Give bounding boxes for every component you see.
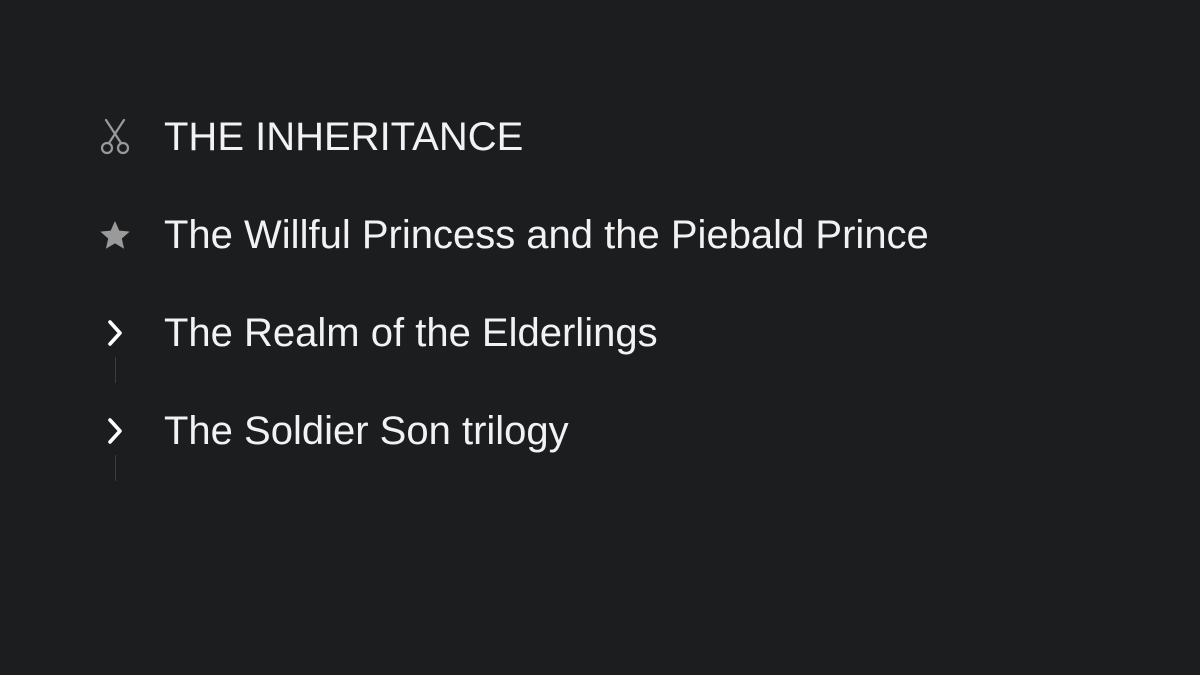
outline-item-soldier-son-trilogy[interactable]: The Soldier Son trilogy: [92, 401, 1092, 461]
tree-guide-line: [115, 357, 116, 383]
chevron-right-icon[interactable]: [92, 303, 138, 363]
outline-item-label: The Realm of the Elderlings: [164, 311, 658, 355]
outline-item-the-inheritance[interactable]: THE INHERITANCE: [92, 107, 1092, 167]
chevron-right-icon[interactable]: [92, 401, 138, 461]
app-window: THE INHERITANCE The Willful Princess and…: [0, 0, 1200, 675]
outline-tree: THE INHERITANCE The Willful Princess and…: [0, 0, 1200, 675]
tree-guide-line: [115, 455, 116, 481]
scissors-icon[interactable]: [92, 107, 138, 167]
outline-item-label: The Soldier Son trilogy: [164, 409, 569, 453]
outline-item-label: The Willful Princess and the Piebald Pri…: [164, 213, 929, 257]
outline-item-label: THE INHERITANCE: [164, 115, 524, 159]
star-icon[interactable]: [92, 205, 138, 265]
outline-item-willful-princess[interactable]: The Willful Princess and the Piebald Pri…: [92, 205, 1092, 265]
outline-item-realm-of-the-elderlings[interactable]: The Realm of the Elderlings: [92, 303, 1092, 363]
